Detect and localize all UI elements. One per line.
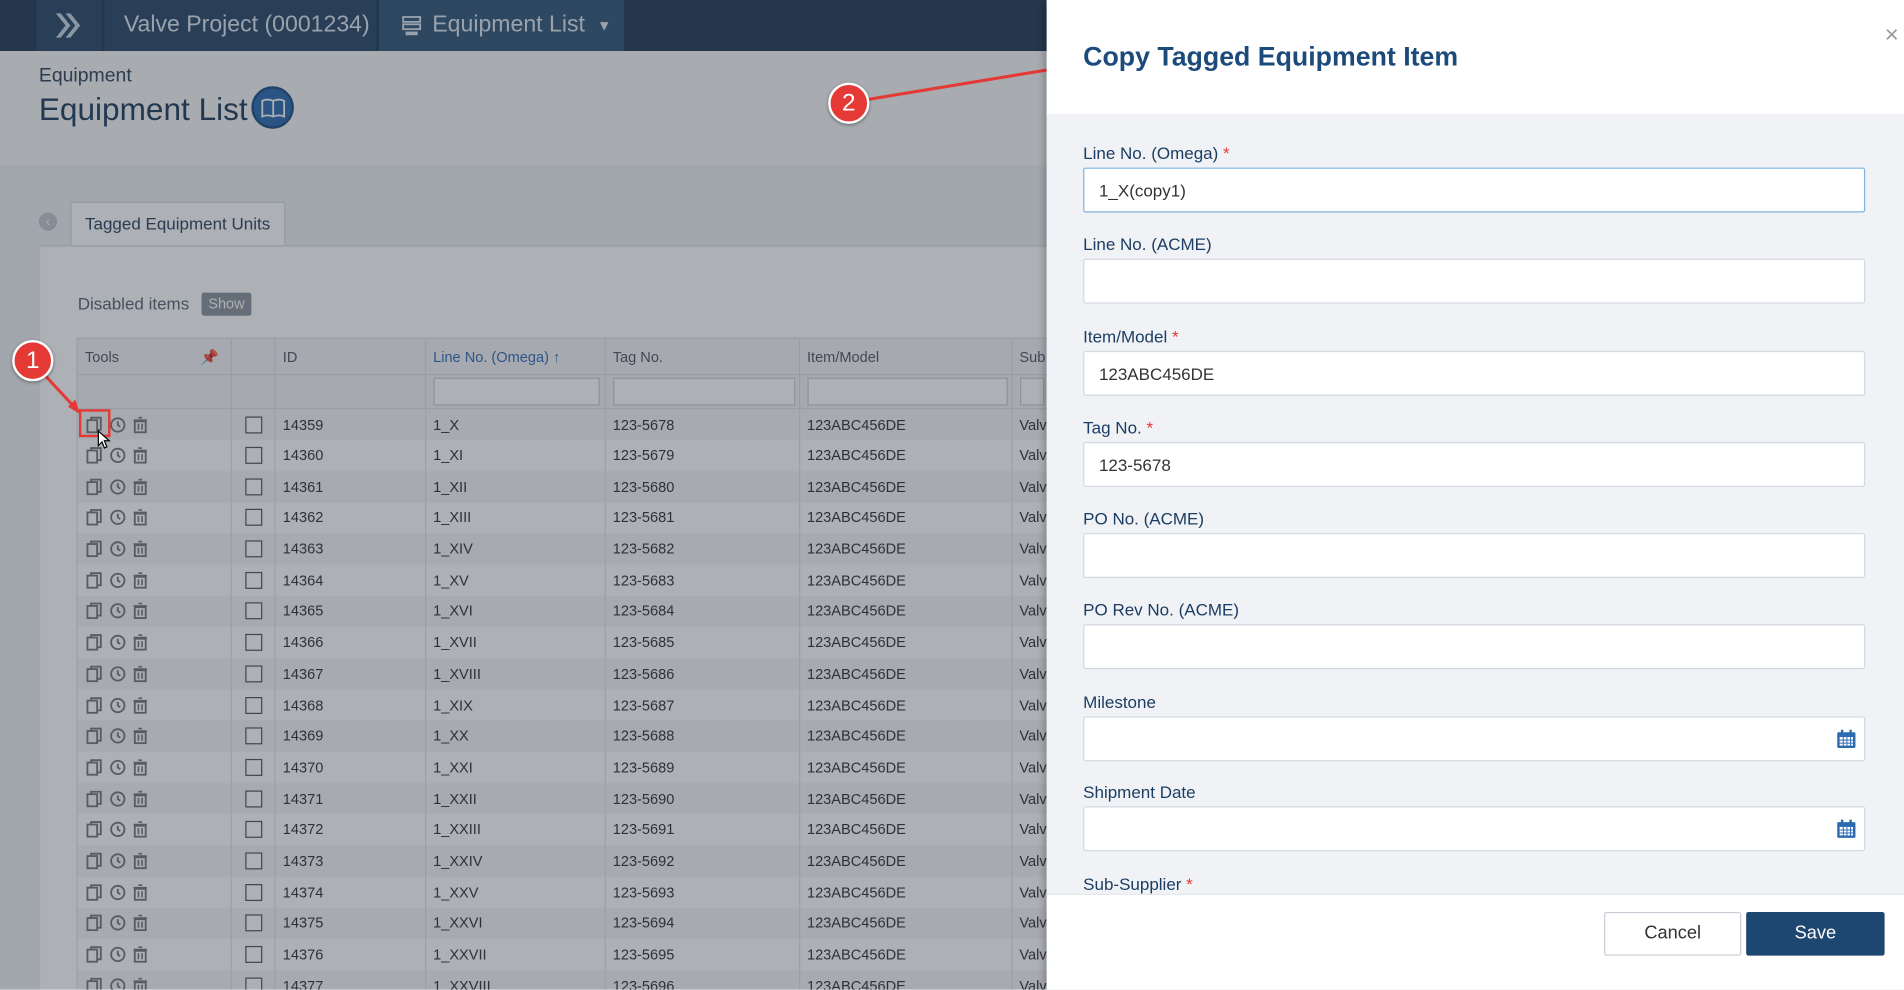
- tag-no-input[interactable]: 123-5678: [1083, 442, 1866, 487]
- sub-supplier-field: Sub-Supplier *: [1083, 874, 1865, 893]
- po-rev-label: PO Rev No. (ACME): [1083, 599, 1240, 620]
- step-marker-1: 1: [12, 340, 54, 382]
- line-no-omega-input[interactable]: 1_X(copy1): [1083, 167, 1866, 213]
- milestone-label: Milestone: [1083, 692, 1156, 712]
- item-model-label: Item/Model *: [1083, 326, 1179, 347]
- shipment-date-field: Shipment Date: [1083, 782, 1866, 852]
- po-rev-input[interactable]: [1083, 624, 1866, 670]
- line-no-acme-input[interactable]: [1083, 258, 1866, 304]
- cancel-button[interactable]: Cancel: [1604, 911, 1742, 956]
- milestone-field: Milestone: [1083, 692, 1866, 762]
- shipment-date-label: Shipment Date: [1083, 782, 1196, 802]
- dialog-title: Copy Tagged Equipment Item: [1083, 41, 1459, 72]
- sub-supplier-label: Sub-Supplier *: [1083, 874, 1193, 894]
- shipment-date-input[interactable]: [1083, 806, 1866, 852]
- line-no-omega-field: Line No. (Omega) * 1_X(copy1): [1083, 143, 1866, 213]
- milestone-input[interactable]: [1083, 716, 1866, 762]
- save-button[interactable]: Save: [1746, 911, 1885, 956]
- annotation-arrows: [42, 61, 1064, 415]
- line-no-acme-label: Line No. (ACME): [1083, 234, 1212, 254]
- dialog-body: Line No. (Omega) * 1_X(copy1) Line No. (…: [1046, 114, 1904, 894]
- calendar-icon[interactable]: [1836, 818, 1857, 839]
- po-no-label: PO No. (ACME): [1083, 508, 1205, 529]
- tag-no-field: Tag No. * 123-5678: [1083, 417, 1866, 487]
- po-no-field: PO No. (ACME): [1083, 508, 1866, 579]
- item-model-input[interactable]: 123ABC456DE: [1083, 350, 1866, 396]
- close-icon[interactable]: ×: [1885, 22, 1904, 50]
- tag-no-label: Tag No. *: [1083, 417, 1154, 438]
- line-no-acme-field: Line No. (ACME): [1083, 234, 1866, 304]
- dialog-footer: Cancel Save: [1046, 893, 1904, 990]
- po-no-input[interactable]: [1083, 533, 1866, 579]
- item-model-field: Item/Model * 123ABC456DE: [1083, 326, 1866, 396]
- calendar-icon[interactable]: [1836, 729, 1857, 750]
- dialog-header: Copy Tagged Equipment Item ×: [1046, 0, 1904, 115]
- step-marker-2: 2: [828, 82, 870, 124]
- line-no-omega-label: Line No. (Omega) *: [1083, 143, 1230, 163]
- copy-equipment-dialog: Copy Tagged Equipment Item × Line No. (O…: [1046, 0, 1904, 990]
- po-rev-field: PO Rev No. (ACME): [1083, 599, 1866, 670]
